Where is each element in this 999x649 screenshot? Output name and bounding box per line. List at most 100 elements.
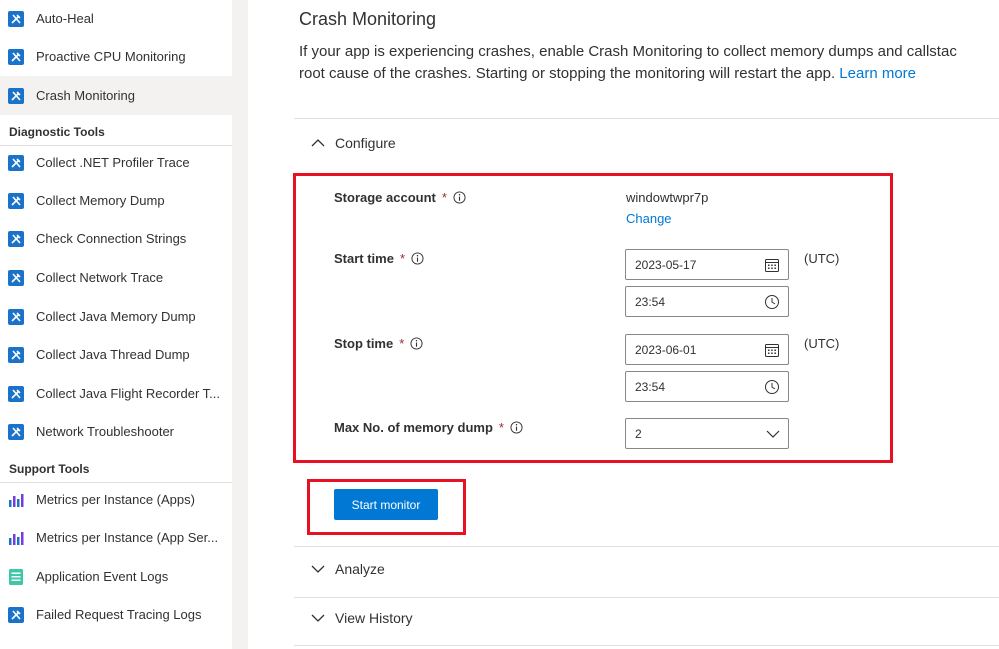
wrench-icon: [7, 10, 25, 28]
page-title: Crash Monitoring: [299, 9, 437, 29]
required-mark: *: [399, 336, 405, 351]
max-memory-dump-label-text: Max No. of memory dump: [334, 420, 493, 435]
wrench-icon: [7, 230, 25, 248]
sidebar-item-label: Collect Java Thread Dump: [36, 347, 190, 362]
start-clock-input[interactable]: 23:54: [625, 286, 789, 317]
chevron-down-icon: [311, 614, 325, 622]
sidebar-item-auto-heal[interactable]: Auto-Heal: [0, 0, 232, 38]
start-monitor-button[interactable]: Start monitor: [334, 489, 438, 520]
chevron-down-icon: [311, 565, 325, 573]
start-date-value: 2023-05-17: [635, 257, 697, 272]
divider: [294, 597, 999, 598]
wrench-icon: [7, 154, 25, 172]
sidebar-item-label: Collect Java Flight Recorder T...: [36, 386, 220, 401]
sidebar-item-label: Metrics per Instance (App Ser...: [36, 530, 219, 545]
section-header-diagnostic-tools: Diagnostic Tools: [0, 118, 232, 146]
stop-clock-input[interactable]: 23:54: [625, 371, 789, 402]
start-time-label-text: Start time: [334, 251, 394, 266]
sidebar-item-label: Failed Request Tracing Logs: [36, 607, 202, 622]
sidebar-item-proactive-cpu[interactable]: Proactive CPU Monitoring: [0, 37, 232, 76]
sidebar: Auto-Heal Proactive CPU Monitoring Crash…: [0, 0, 232, 649]
sidebar-item-collect-java-thread-dump[interactable]: Collect Java Thread Dump: [0, 335, 232, 374]
description-line-2: root cause of the crashes. Starting or s…: [299, 63, 999, 85]
wrench-icon: [7, 269, 25, 287]
info-icon[interactable]: [453, 191, 466, 204]
storage-account-value: windowtwpr7p: [626, 190, 709, 205]
configure-accordion-header[interactable]: Configure: [310, 135, 396, 151]
sidebar-item-network-troubleshooter[interactable]: Network Troubleshooter: [0, 412, 232, 451]
max-memory-dump-dropdown[interactable]: 2: [625, 418, 789, 449]
sidebar-item-label: Proactive CPU Monitoring: [36, 49, 186, 64]
bar-chart-icon: [7, 529, 25, 547]
main-content: Crash Monitoring If your app is experien…: [248, 0, 999, 649]
sidebar-item-label: Collect Memory Dump: [36, 193, 165, 208]
sidebar-item-failed-request-tracing-logs[interactable]: Failed Request Tracing Logs: [0, 595, 232, 634]
sidebar-item-label: Auto-Heal: [36, 11, 94, 26]
change-storage-link[interactable]: Change: [626, 211, 672, 226]
sidebar-item-metrics-per-instance-app-service[interactable]: Metrics per Instance (App Ser...: [0, 518, 232, 557]
sidebar-item-check-connection-strings[interactable]: Check Connection Strings: [0, 219, 232, 258]
wrench-icon: [7, 423, 25, 441]
required-mark: *: [441, 190, 447, 205]
sidebar-item-label: Collect Java Memory Dump: [36, 309, 196, 324]
configure-label: Configure: [335, 135, 396, 151]
sidebar-item-collect-net-profiler[interactable]: Collect .NET Profiler Trace: [0, 143, 232, 182]
wrench-icon: [7, 385, 25, 403]
divider: [294, 118, 999, 119]
sidebar-splitter: [232, 0, 248, 649]
start-clock-value: 23:54: [635, 294, 666, 309]
required-mark: *: [399, 251, 406, 266]
wrench-icon: [7, 606, 25, 624]
sidebar-item-label: Application Event Logs: [36, 569, 169, 584]
section-header-support-tools: Support Tools: [0, 455, 232, 483]
divider: [294, 645, 999, 646]
stop-clock-value: 23:54: [635, 379, 666, 394]
storage-account-label-text: Storage account: [334, 190, 436, 205]
sidebar-item-metrics-per-instance-apps[interactable]: Metrics per Instance (Apps): [0, 480, 232, 519]
sidebar-item-collect-java-flight-recorder[interactable]: Collect Java Flight Recorder T...: [0, 374, 232, 413]
wrench-icon: [7, 308, 25, 326]
wrench-icon: [7, 346, 25, 364]
view-history-label: View History: [335, 610, 413, 626]
sidebar-item-application-event-logs[interactable]: Application Event Logs: [0, 557, 232, 596]
sidebar-item-crash-monitoring[interactable]: Crash Monitoring: [0, 76, 232, 115]
sidebar-item-label: Collect Network Trace: [36, 270, 164, 285]
required-mark: *: [498, 420, 504, 435]
start-date-input[interactable]: 2023-05-17: [625, 249, 789, 280]
chevron-down-icon: [766, 430, 780, 438]
analyze-accordion-header[interactable]: Analyze: [310, 561, 385, 577]
page-description: If your app is experiencing crashes, ena…: [299, 41, 999, 85]
max-memory-dump-value: 2: [635, 426, 642, 441]
learn-more-link[interactable]: Learn more: [839, 65, 916, 82]
wrench-icon: [7, 48, 25, 66]
sidebar-item-collect-java-memory-dump[interactable]: Collect Java Memory Dump: [0, 297, 232, 336]
stop-time-label-text: Stop time: [334, 336, 394, 351]
stop-time-label: Stop time *: [334, 336, 423, 351]
clock-icon[interactable]: [764, 379, 780, 395]
stop-date-input[interactable]: 2023-06-01: [625, 334, 789, 365]
calendar-icon[interactable]: [764, 257, 780, 273]
info-icon[interactable]: [410, 337, 423, 350]
sidebar-item-label: Collect .NET Profiler Trace: [36, 155, 190, 170]
bar-chart-icon: [7, 491, 25, 509]
description-line-2-text: root cause of the crashes. Starting or s…: [299, 65, 836, 82]
storage-account-label: Storage account *: [334, 190, 466, 205]
calendar-icon[interactable]: [764, 342, 780, 358]
sidebar-item-collect-network-trace[interactable]: Collect Network Trace: [0, 258, 232, 297]
sidebar-item-label: Check Connection Strings: [36, 231, 187, 246]
sidebar-item-label: Metrics per Instance (Apps): [36, 492, 195, 507]
description-line-1: If your app is experiencing crashes, ena…: [299, 43, 957, 60]
analyze-label: Analyze: [335, 561, 385, 577]
sidebar-item-label: Crash Monitoring: [36, 88, 135, 103]
start-time-label: Start time *: [334, 251, 424, 266]
document-list-icon: [7, 568, 25, 586]
stop-date-value: 2023-06-01: [635, 342, 697, 357]
sidebar-item-collect-memory-dump[interactable]: Collect Memory Dump: [0, 181, 232, 220]
max-memory-dump-label: Max No. of memory dump *: [334, 420, 523, 435]
start-utc-label: (UTC): [804, 251, 840, 266]
clock-icon[interactable]: [764, 294, 780, 310]
info-icon[interactable]: [510, 421, 523, 434]
chevron-up-icon: [311, 139, 325, 147]
view-history-accordion-header[interactable]: View History: [310, 610, 413, 626]
info-icon[interactable]: [411, 252, 424, 265]
